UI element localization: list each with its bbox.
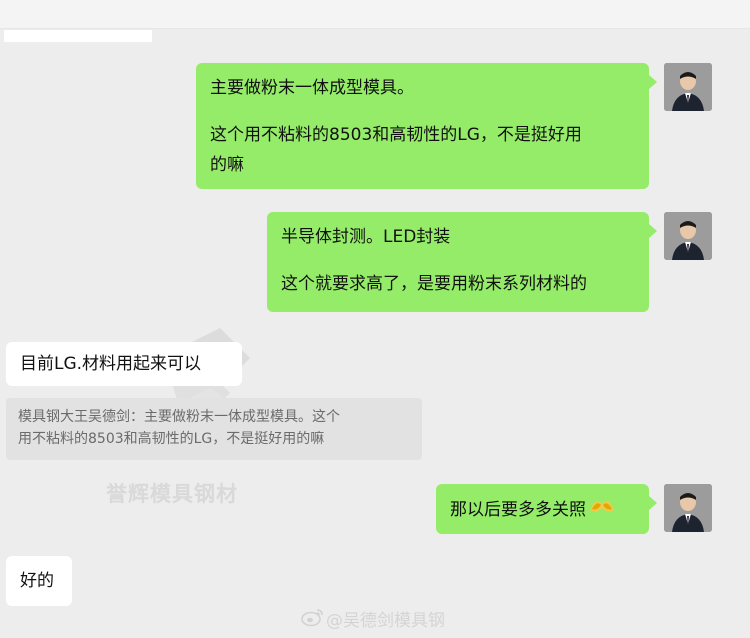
- message-text: 这个用不粘料的8503和高韧性的LG，不是挺好用: [210, 125, 582, 145]
- message-text-row: 那以后要多多关照: [450, 494, 635, 526]
- quoted-message[interactable]: 模具钢大王吴德剑：主要做粉末一体成型模具。这个 用不粘料的8503和高韧性的LG…: [6, 398, 422, 460]
- bubble-arrow: [649, 75, 657, 89]
- message-bubble-incoming[interactable]: 好的: [6, 556, 72, 606]
- top-strip: [0, 0, 750, 29]
- chat-screen: 誉辉模具钢材 主要做粉末一体成型模具。 这个用不粘料的8503和高韧性的LG，不…: [0, 0, 750, 638]
- avatar[interactable]: [664, 63, 712, 111]
- watermark-text: 誉辉模具钢材: [106, 482, 238, 506]
- message-text: 这个就要求高了，是要用粉末系列材料的: [281, 274, 587, 294]
- bubble-arrow: [649, 496, 657, 510]
- quote-text: 用不粘料的8503和高韧性的LG，不是挺好用的嘛: [18, 431, 325, 447]
- sunglasses-emoji-icon: [588, 494, 616, 526]
- message-text: 好的: [20, 571, 54, 591]
- message-text: 主要做粉末一体成型模具。: [210, 78, 414, 98]
- message-bubble-outgoing[interactable]: 那以后要多多关照: [436, 484, 649, 534]
- avatar[interactable]: [664, 484, 712, 532]
- message-bubble-outgoing[interactable]: 主要做粉末一体成型模具。 这个用不粘料的8503和高韧性的LG，不是挺好用 的嘛: [196, 63, 649, 189]
- message-text: 半导体封测。LED封装: [281, 227, 451, 247]
- message-spacer: [281, 252, 635, 269]
- message-bubble-incoming[interactable]: 目前LG.材料用起来可以: [6, 342, 242, 386]
- avatar-man-in-suit-icon: [664, 63, 712, 111]
- quote-text: 模具钢大王吴德剑：主要做粉末一体成型模具。这个: [18, 409, 340, 425]
- message-text: 那以后要多多关照: [450, 500, 586, 520]
- top-bar: [4, 30, 152, 42]
- message-text: 目前LG.材料用起来可以: [20, 354, 202, 374]
- weibo-watermark-text: @吴德剑模具钢: [326, 611, 445, 631]
- avatar-man-in-suit-icon: [664, 212, 712, 260]
- avatar[interactable]: [664, 212, 712, 260]
- message-spacer: [210, 103, 635, 120]
- message-bubble-outgoing[interactable]: 半导体封测。LED封装 这个就要求高了，是要用粉末系列材料的: [267, 212, 649, 312]
- avatar-man-in-suit-icon: [664, 484, 712, 532]
- weibo-icon: [301, 607, 325, 631]
- bubble-arrow: [649, 224, 657, 238]
- message-text: 的嘛: [210, 155, 244, 175]
